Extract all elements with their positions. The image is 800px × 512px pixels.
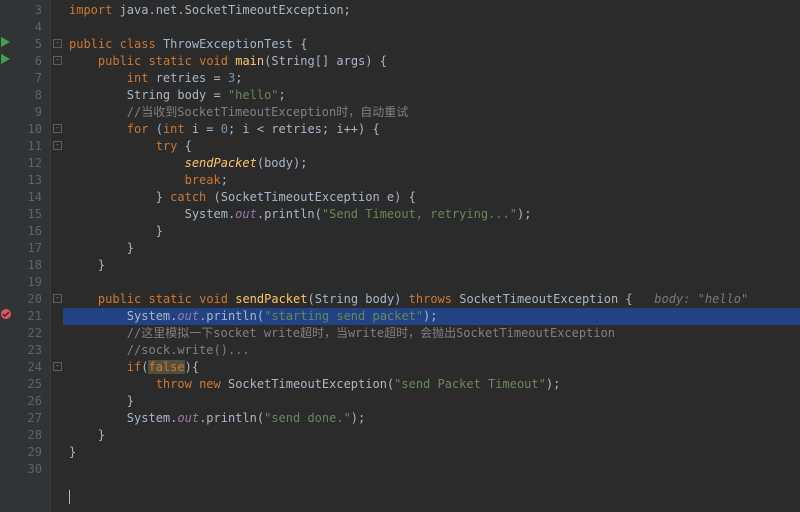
code-line[interactable]: } (63, 223, 800, 240)
fold-toggle-icon[interactable]: - (53, 294, 62, 303)
code-line[interactable]: //当收到SocketTimeoutException时，自动重试 (63, 104, 800, 121)
code-line[interactable]: for (int i = 0; i < retries; i++) { (63, 121, 800, 138)
code-editor[interactable]: 3 4567 891011 12131415 16171819 20212223… (0, 0, 800, 512)
gutter-icon-column (0, 0, 14, 512)
code-line[interactable]: System.out.println("send done."); (63, 410, 800, 427)
inline-hint: body: "hello" (633, 292, 749, 306)
code-line[interactable] (63, 274, 800, 291)
code-line[interactable]: throw new SocketTimeoutException("send P… (63, 376, 800, 393)
code-line[interactable]: if(false){ (63, 359, 800, 376)
code-line[interactable]: public static void main(String[] args) { (63, 53, 800, 70)
code-line[interactable]: System.out.println("Send Timeout, retryi… (63, 206, 800, 223)
code-line[interactable]: String body = "hello"; (63, 87, 800, 104)
code-area[interactable]: import java.net.SocketTimeoutException; … (63, 0, 800, 512)
run-gutter-icon[interactable] (0, 34, 14, 51)
code-line[interactable]: //这里模拟一下socket write超时，当write超时，会抛出Socke… (63, 325, 800, 342)
code-line[interactable]: sendPacket(body); (63, 155, 800, 172)
current-execution-line[interactable]: System.out.println("starting send packet… (63, 308, 800, 325)
code-line[interactable]: } (63, 444, 800, 461)
fold-toggle-icon[interactable]: - (53, 124, 62, 133)
run-gutter-icon[interactable] (0, 51, 14, 68)
code-line[interactable]: } (63, 257, 800, 274)
fold-toggle-icon[interactable]: - (53, 39, 62, 48)
code-line[interactable]: public class ThrowExceptionTest { (63, 36, 800, 53)
code-line[interactable]: public static void sendPacket(String bod… (63, 291, 800, 308)
code-line[interactable] (63, 461, 800, 478)
code-line[interactable]: //sock.write()... (63, 342, 800, 359)
code-line[interactable]: break; (63, 172, 800, 189)
code-line[interactable]: } (63, 427, 800, 444)
code-line[interactable] (63, 19, 800, 36)
caret-icon (69, 490, 70, 504)
code-line[interactable]: } (63, 240, 800, 257)
breakpoint-icon[interactable] (0, 306, 14, 323)
fold-toggle-icon[interactable]: - (53, 141, 62, 150)
code-line[interactable]: } (63, 393, 800, 410)
code-line[interactable]: import java.net.SocketTimeoutException; (63, 2, 800, 19)
fold-column: - - - - - - (50, 0, 63, 512)
fold-toggle-icon[interactable]: - (53, 362, 62, 371)
line-number: 3 (14, 2, 50, 19)
code-line[interactable]: try { (63, 138, 800, 155)
fold-toggle-icon[interactable]: - (53, 56, 62, 65)
line-number-gutter: 3 4567 891011 12131415 16171819 20212223… (14, 0, 50, 512)
code-line[interactable]: int retries = 3; (63, 70, 800, 87)
code-line[interactable]: } catch (SocketTimeoutException e) { (63, 189, 800, 206)
